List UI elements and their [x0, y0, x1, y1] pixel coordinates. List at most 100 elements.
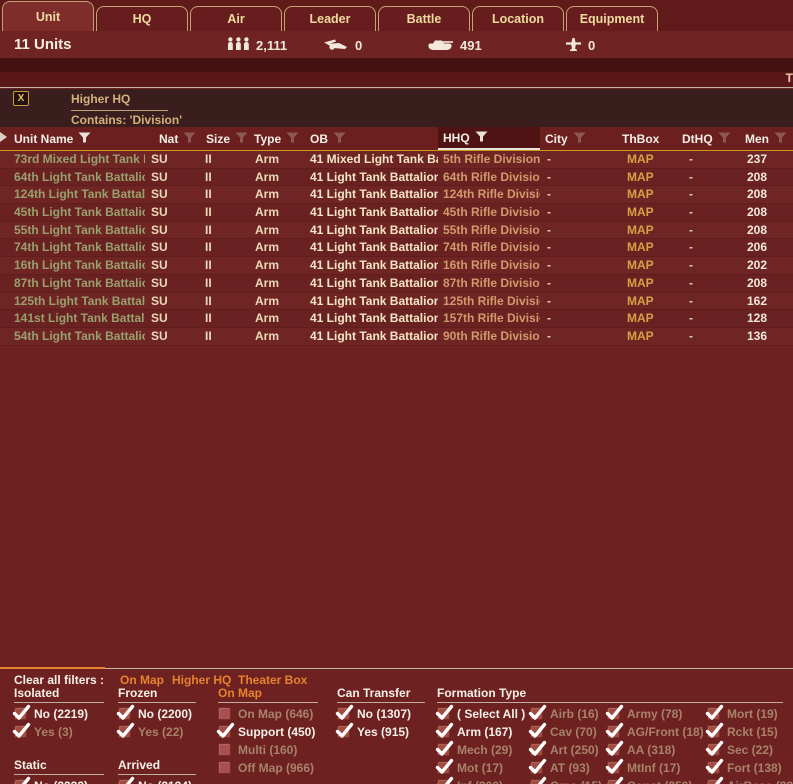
filter-option-label[interactable]: Airb (16): [550, 707, 599, 721]
column-header-size[interactable]: Size: [200, 127, 248, 150]
filter-funnel-icon[interactable]: [573, 132, 586, 146]
filter-option-label[interactable]: Sec (22): [727, 743, 773, 757]
checkbox-crps-15[interactable]: [529, 776, 547, 784]
filter-option-label[interactable]: Off Map (966): [238, 761, 314, 775]
checkbox-arm-167[interactable]: [435, 722, 454, 738]
table-row[interactable]: 16th Light Tank Battalio SU II Arm 41 Light …: [0, 257, 793, 275]
column-header-hhq[interactable]: HHQ: [438, 127, 540, 150]
column-header-ob[interactable]: OB: [305, 127, 438, 150]
checkbox-cav-70[interactable]: [528, 722, 547, 738]
column-header-dthq[interactable]: DtHQ: [664, 127, 737, 150]
checkbox-mech-29[interactable]: [435, 740, 454, 756]
link-theater-box[interactable]: Theater Box: [238, 673, 307, 687]
table-row[interactable]: 64th Light Tank Battalio SU II Arm 41 Light …: [0, 168, 793, 187]
checkbox-on-map-646[interactable]: [218, 707, 231, 720]
checkbox-no-2134[interactable]: [117, 776, 135, 784]
filter-option-label[interactable]: Const (250): [627, 779, 692, 784]
checkbox-off-map-966[interactable]: [218, 761, 231, 774]
table-row[interactable]: 73rd Mixed Light Tank B SU II Arm 41 Mixed L…: [0, 151, 793, 169]
checkbox-yes-3[interactable]: [12, 722, 31, 738]
checkbox-const-250[interactable]: [606, 776, 624, 784]
tab-air[interactable]: Air: [190, 6, 282, 31]
filter-option-label[interactable]: Yes (3): [34, 725, 73, 739]
column-header-thbox[interactable]: ThBox: [617, 127, 664, 150]
checkbox-airb-16[interactable]: [528, 704, 547, 720]
checkbox-airbase-280[interactable]: [706, 776, 724, 784]
remove-filter-button[interactable]: X: [13, 91, 29, 106]
link-on-map[interactable]: On Map: [120, 673, 164, 687]
filter-option-label[interactable]: Rckt (15): [727, 725, 778, 739]
table-row[interactable]: 55th Light Tank Battalio SU II Arm 41 Light …: [0, 221, 793, 240]
checkbox-no-2200[interactable]: [116, 704, 135, 720]
checkbox-aa-318[interactable]: [605, 740, 624, 756]
filter-option-label[interactable]: ( Select All ): [457, 707, 525, 721]
filter-funnel-icon[interactable]: [333, 132, 346, 146]
checkbox-yes-22[interactable]: [116, 722, 135, 738]
table-row[interactable]: 54th Light Tank Battalio SU II Arm 41 Light …: [0, 327, 793, 346]
filter-option-label[interactable]: AirBase (280): [727, 779, 793, 784]
filter-funnel-icon[interactable]: [475, 131, 488, 145]
checkbox-yes-915[interactable]: [335, 722, 354, 738]
filter-option-label[interactable]: Arm (167): [457, 725, 512, 739]
filter-option-label[interactable]: AT (93): [550, 761, 590, 775]
filter-option-label[interactable]: No (2219): [34, 707, 88, 721]
table-row[interactable]: 124th Light Tank Battali SU II Arm 41 Light …: [0, 186, 793, 205]
filter-funnel-icon[interactable]: [286, 132, 299, 146]
filter-option-label[interactable]: Inf (300): [457, 779, 503, 784]
filter-option-label[interactable]: Cav (70): [550, 725, 597, 739]
checkbox-sec-22[interactable]: [705, 740, 724, 756]
filter-option-label[interactable]: No (2200): [138, 707, 192, 721]
filter-option-label[interactable]: Fort (138): [727, 761, 782, 775]
filter-column-title[interactable]: Higher HQ: [71, 92, 130, 106]
column-header-unit-name[interactable]: Unit Name: [0, 127, 145, 150]
checkbox-art-250[interactable]: [528, 740, 547, 756]
filter-option-label[interactable]: Mort (19): [727, 707, 778, 721]
tab-battle[interactable]: Battle: [378, 6, 470, 31]
filter-option-label[interactable]: On Map (646): [238, 707, 313, 721]
checkbox-inf-300[interactable]: [436, 776, 454, 784]
filter-option-label[interactable]: Multi (160): [238, 743, 297, 757]
table-row[interactable]: 74th Light Tank Battalio SU II Arm 41 Light …: [0, 239, 793, 258]
filter-option-label[interactable]: Art (250): [550, 743, 599, 757]
checkbox-army-78[interactable]: [605, 704, 624, 720]
filter-option-label[interactable]: No (2222): [34, 779, 88, 784]
filter-option-label[interactable]: MtInf (17): [627, 761, 680, 775]
filter-funnel-icon[interactable]: [235, 132, 248, 146]
checkbox-support-450[interactable]: [216, 722, 235, 738]
filter-option-label[interactable]: Mech (29): [457, 743, 512, 757]
tab-leader[interactable]: Leader: [284, 6, 376, 31]
checkbox-multi-160[interactable]: [218, 743, 231, 756]
checkbox-mort-19[interactable]: [705, 704, 724, 720]
checkbox-select-all[interactable]: [435, 704, 454, 720]
filter-option-label[interactable]: Support (450): [238, 725, 315, 739]
filter-option-label[interactable]: AG/Front (18): [627, 725, 704, 739]
checkbox-fort-138[interactable]: [705, 758, 724, 774]
tab-hq[interactable]: HQ: [96, 6, 188, 31]
column-header-nat[interactable]: Nat: [145, 127, 200, 150]
table-row[interactable]: 87th Light Tank Battalio SU II Arm 41 Light …: [0, 274, 793, 293]
tab-equipment[interactable]: Equipment: [566, 6, 658, 31]
filter-option-label[interactable]: No (2134): [138, 779, 192, 784]
checkbox-rckt-15[interactable]: [705, 722, 724, 738]
column-header-city[interactable]: City: [540, 127, 617, 150]
filter-funnel-icon[interactable]: [78, 132, 91, 146]
tab-location[interactable]: Location: [472, 6, 564, 31]
filter-option-label[interactable]: Yes (22): [138, 725, 183, 739]
table-row[interactable]: 45th Light Tank Battalio SU II Arm 41 Light …: [0, 204, 793, 222]
filter-funnel-icon[interactable]: [183, 132, 196, 146]
checkbox-ag-front-18[interactable]: [605, 722, 624, 738]
filter-option-label[interactable]: Crps (15): [550, 779, 602, 784]
filter-funnel-icon[interactable]: [718, 132, 731, 146]
filter-option-label[interactable]: Army (78): [627, 707, 682, 721]
checkbox-no-1307[interactable]: [335, 704, 354, 720]
column-header-type[interactable]: Type: [248, 127, 305, 150]
checkbox-mot-17[interactable]: [435, 758, 454, 774]
table-row[interactable]: 125th Light Tank Battali SU II Arm 41 Light …: [0, 292, 793, 311]
filter-funnel-icon[interactable]: [774, 132, 787, 146]
link-higher-hq[interactable]: Higher HQ: [172, 673, 231, 687]
filter-option-label[interactable]: AA (318): [627, 743, 675, 757]
filter-option-label[interactable]: Mot (17): [457, 761, 503, 775]
table-row[interactable]: 141st Light Tank Battali SU II Arm 41 Light …: [0, 310, 793, 328]
checkbox-at-93[interactable]: [528, 758, 547, 774]
checkbox-no-2219[interactable]: [12, 704, 31, 720]
